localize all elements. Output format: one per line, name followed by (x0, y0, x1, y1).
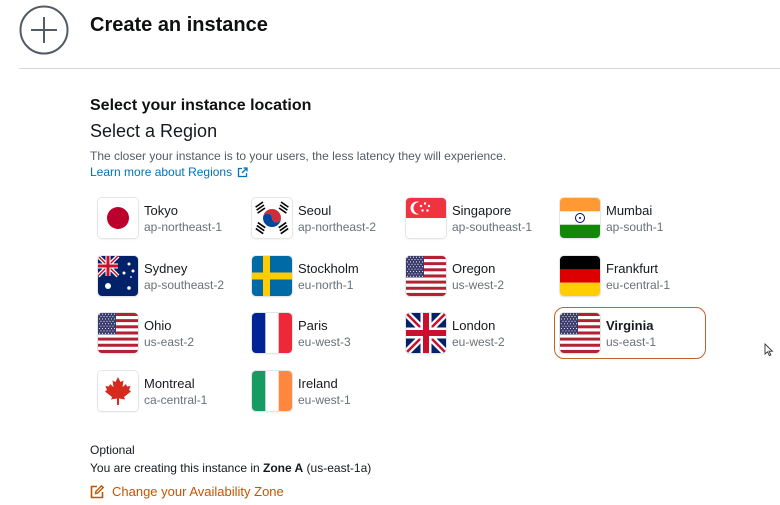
learn-more-regions-link[interactable]: Learn more about Regions (90, 165, 248, 179)
add-circle-icon (19, 5, 69, 55)
region-subheading: Select a Region (90, 121, 218, 141)
india-flag-icon (560, 198, 600, 238)
region-name: Oregon (452, 260, 496, 276)
region-card-virginia[interactable]: Virginia us-east-1 (554, 307, 706, 359)
region-code: ap-south-1 (606, 220, 664, 234)
singapore-flag-icon (406, 198, 446, 238)
region-card-tokyo[interactable]: Tokyo ap-northeast-1 (92, 192, 244, 244)
ireland-flag-icon (252, 370, 292, 411)
mouse-cursor-icon (764, 343, 774, 357)
region-card-paris[interactable]: Paris eu-west-3 (246, 307, 398, 359)
region-code: ca-central-1 (144, 392, 208, 407)
region-card-seoul[interactable]: Seoul ap-northeast-2 (246, 192, 398, 244)
sweden-flag-icon (252, 255, 292, 296)
region-code: ap-northeast-1 (144, 220, 223, 234)
zone-prefix: You are creating this instance in (90, 461, 263, 475)
region-card-sydney[interactable]: Sydney ap-southeast-2 (92, 250, 244, 302)
optional-label: Optional (90, 443, 135, 457)
page-title: Create an instance (90, 14, 268, 36)
region-card-london[interactable]: London eu-west-2 (400, 307, 552, 359)
region-card-stockholm[interactable]: Stockholm eu-north-1 (246, 250, 398, 302)
usa-flag-icon (560, 313, 600, 353)
region-name: Tokyo (144, 203, 178, 218)
region-name: Virginia (606, 318, 654, 333)
region-code: eu-west-1 (298, 392, 351, 407)
region-code: ap-northeast-2 (298, 220, 377, 234)
region-code: us-west-2 (452, 277, 505, 292)
region-card-ireland[interactable]: Ireland eu-west-1 (246, 365, 398, 417)
uk-flag-icon (406, 313, 446, 353)
region-card-ohio[interactable]: Ohio us-east-2 (92, 307, 244, 359)
region-name: Montreal (144, 375, 195, 391)
header-divider (19, 68, 780, 69)
external-link-icon (237, 166, 248, 177)
region-name: Ohio (144, 318, 172, 333)
edit-icon (90, 484, 104, 498)
australia-flag-icon (98, 255, 138, 296)
change-availability-zone-link[interactable]: Change your Availability Zone (90, 484, 284, 499)
region-card-montreal[interactable]: Montreal ca-central-1 (92, 365, 244, 417)
change-zone-label: Change your Availability Zone (112, 484, 284, 499)
region-name: Stockholm (298, 260, 359, 276)
france-flag-icon (252, 313, 292, 353)
region-code: eu-north-1 (298, 277, 354, 292)
region-name: London (452, 318, 496, 333)
region-name: Frankfurt (606, 260, 659, 276)
japan-flag-icon (98, 198, 138, 238)
region-code: us-east-1 (606, 335, 657, 349)
region-code: us-east-2 (144, 335, 195, 349)
zone-suffix: (us-east-1a) (303, 461, 372, 475)
region-card-oregon[interactable]: Oregon us-west-2 (400, 250, 552, 302)
region-code: eu-west-3 (298, 335, 351, 349)
south-korea-flag-icon (252, 198, 292, 238)
region-code: ap-southeast-1 (452, 220, 533, 234)
zone-info-text: You are creating this instance in Zone A… (90, 461, 371, 475)
germany-flag-icon (560, 255, 600, 296)
region-name: Singapore (452, 203, 512, 218)
region-code: eu-central-1 (606, 277, 671, 292)
region-code: ap-southeast-2 (144, 277, 225, 292)
region-code: eu-west-2 (452, 335, 505, 349)
region-name: Paris (298, 318, 328, 333)
usa-flag-icon (98, 313, 138, 353)
region-name: Sydney (144, 260, 188, 276)
section-heading: Select your instance location (90, 97, 312, 114)
region-card-singapore[interactable]: Singapore ap-southeast-1 (400, 192, 552, 244)
region-name: Mumbai (606, 203, 653, 218)
learn-more-label: Learn more about Regions (90, 165, 233, 179)
region-name: Seoul (298, 203, 332, 218)
zone-name: Zone A (263, 461, 304, 475)
region-card-mumbai[interactable]: Mumbai ap-south-1 (554, 192, 706, 244)
region-name: Ireland (298, 375, 338, 391)
region-card-frankfurt[interactable]: Frankfurt eu-central-1 (554, 250, 706, 302)
usa-flag-icon (406, 255, 446, 296)
region-description: The closer your instance is to your user… (90, 149, 507, 163)
canada-flag-icon (98, 370, 138, 411)
